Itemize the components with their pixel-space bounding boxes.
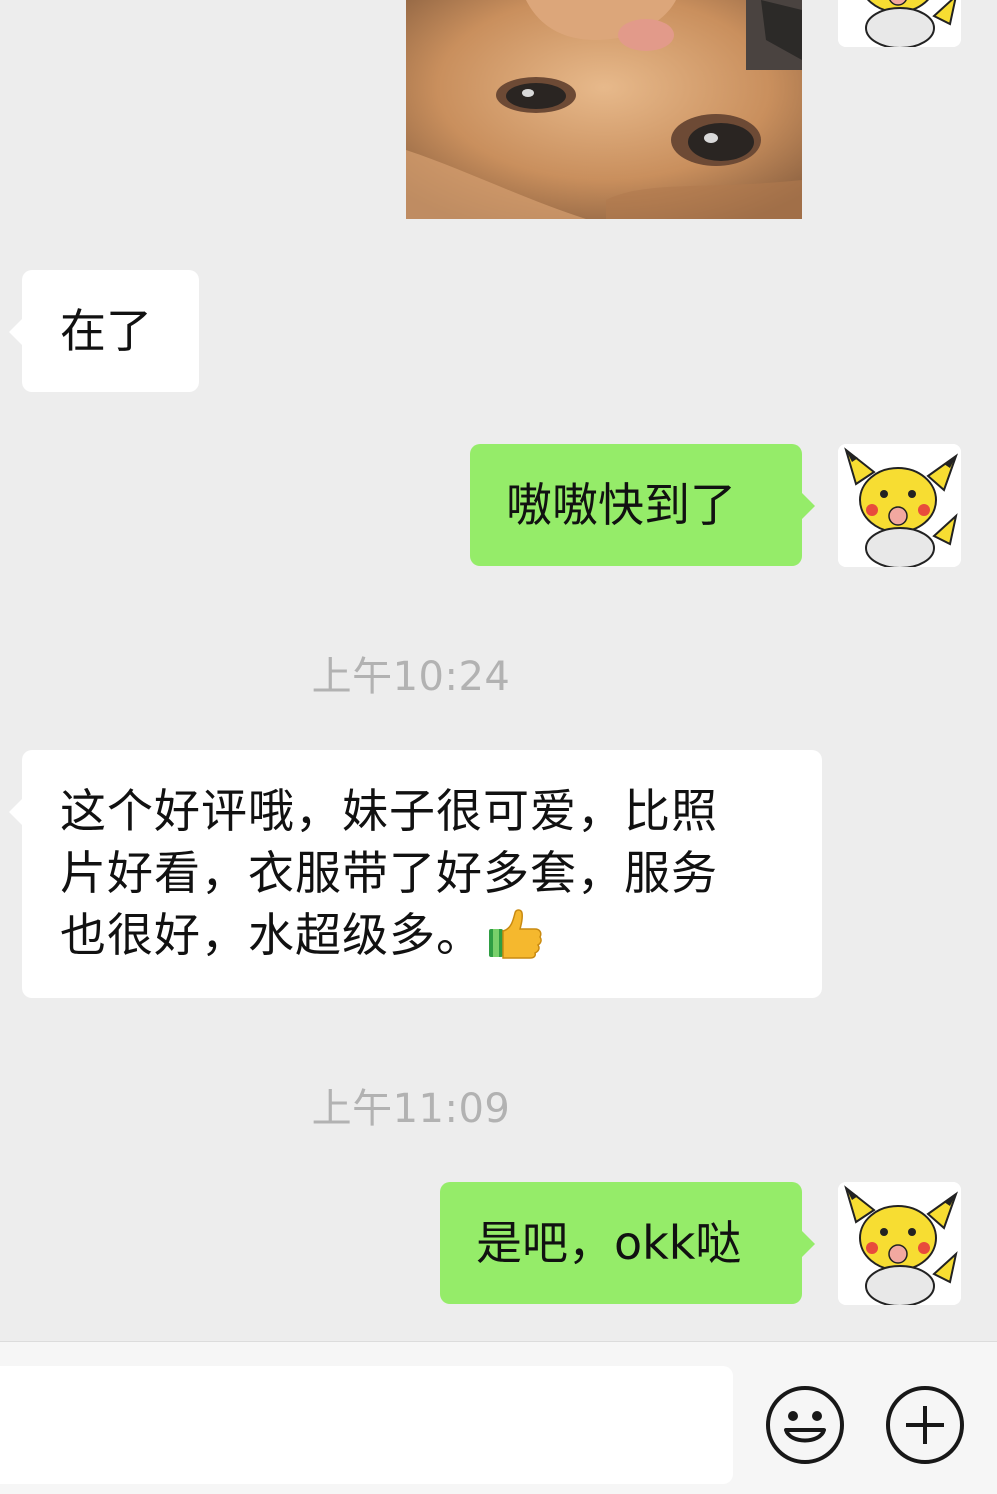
incoming-message-bubble[interactable]: 这个好评哦，妹子很可爱，比照 片好看，衣服带了好多套，服务 也很好，水超级多。 <box>9 750 822 998</box>
message-text: 也很好，水超级多。 <box>60 908 483 962</box>
cat-photo-message[interactable] <box>406 0 802 219</box>
emoji-button[interactable] <box>764 1384 846 1466</box>
message-text-line: 片好看，衣服带了好多套，服务 <box>60 846 718 900</box>
more-options-button[interactable] <box>884 1384 966 1466</box>
timestamp: 上午11:09 <box>311 1086 511 1132</box>
timestamp: 上午10:24 <box>311 654 511 700</box>
thumbs-up-icon <box>487 907 543 974</box>
outgoing-message-bubble[interactable]: 嗷嗷快到了 <box>470 444 815 566</box>
incoming-message-bubble[interactable]: 在了 <box>9 270 199 392</box>
plus-circle-icon <box>886 1386 964 1464</box>
pikachu-avatar-icon <box>838 1182 961 1305</box>
cat-photo-image <box>406 0 802 219</box>
outgoing-message-bubble[interactable]: 是吧，okk哒 <box>440 1182 815 1304</box>
my-avatar[interactable] <box>838 0 961 47</box>
message-input-bar <box>0 1341 997 1494</box>
message-text: 是吧，okk哒 <box>476 1216 742 1270</box>
my-avatar[interactable] <box>838 444 961 567</box>
message-input[interactable] <box>0 1366 733 1484</box>
emoji-face-icon <box>766 1386 844 1464</box>
chat-message-list[interactable]: 在了 嗷嗷快到了 上午10:24 这个好评哦，妹子很可爱，比照 片好看，衣服带了… <box>0 0 997 1341</box>
pikachu-avatar-icon <box>838 0 961 47</box>
message-text: 在了 <box>60 304 152 358</box>
message-text: 嗷嗷快到了 <box>506 478 736 532</box>
message-text-line-last: 也很好，水超级多。 <box>60 904 792 974</box>
message-text-line: 这个好评哦，妹子很可爱，比照 <box>60 784 718 838</box>
pikachu-avatar-icon <box>838 444 961 567</box>
my-avatar[interactable] <box>838 1182 961 1305</box>
